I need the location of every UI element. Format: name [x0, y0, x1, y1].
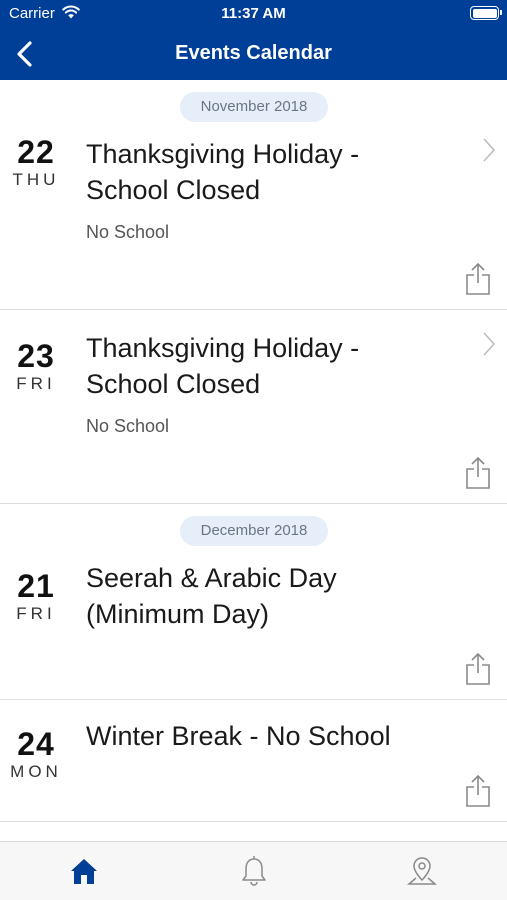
event-weekday: MON	[10, 762, 62, 781]
clock: 11:37 AM	[221, 5, 286, 22]
bell-icon[interactable]	[237, 854, 271, 888]
event-subtitle: No School	[86, 222, 170, 242]
event-title-line1: Winter Break - No School	[86, 721, 391, 751]
event-title-line2: (Minimum Day)	[86, 599, 270, 629]
status-bar: Carrier 11:37 AM	[0, 0, 507, 28]
events-list[interactable]: November 2018 22 THU Thanksgiving Holida…	[0, 80, 507, 841]
event-day-number: 23	[17, 338, 55, 374]
share-icon[interactable]	[465, 774, 491, 808]
event-title-line1: Thanksgiving Holiday -	[86, 139, 360, 169]
home-icon[interactable]	[67, 854, 101, 888]
chevron-right-icon[interactable]	[481, 136, 497, 164]
event-title-line1: Thanksgiving Holiday -	[86, 333, 360, 363]
event-row[interactable]: 21 FRI Seerah & Arabic Day (Minimum Day)	[0, 504, 507, 700]
share-icon[interactable]	[465, 262, 491, 296]
event-weekday: FRI	[16, 604, 56, 623]
event-weekday: THU	[12, 170, 60, 189]
event-day-number: 21	[17, 568, 55, 604]
event-day-number: 22	[17, 134, 55, 170]
tab-bar	[0, 841, 507, 900]
event-day-number: 24	[17, 726, 55, 762]
nav-bar: Events Calendar	[0, 28, 507, 80]
event-title-line2: School Closed	[86, 175, 261, 205]
event-title-line1: Seerah & Arabic Day	[86, 563, 337, 593]
event-row[interactable]: 24 MON Winter Break - No School	[0, 700, 507, 822]
event-weekday: FRI	[16, 374, 56, 393]
event-title-line2: School Closed	[86, 369, 261, 399]
share-icon[interactable]	[465, 652, 491, 686]
battery-icon	[470, 6, 502, 20]
event-row[interactable]: 23 FRI Thanksgiving Holiday - School Clo…	[0, 310, 507, 504]
share-icon[interactable]	[465, 456, 491, 490]
event-subtitle: No School	[86, 416, 170, 436]
map-pin-icon[interactable]	[405, 854, 439, 888]
page-title: Events Calendar	[175, 42, 332, 64]
chevron-right-icon[interactable]	[481, 330, 497, 358]
event-row[interactable]: 22 THU Thanksgiving Holiday - School Clo…	[0, 80, 507, 310]
